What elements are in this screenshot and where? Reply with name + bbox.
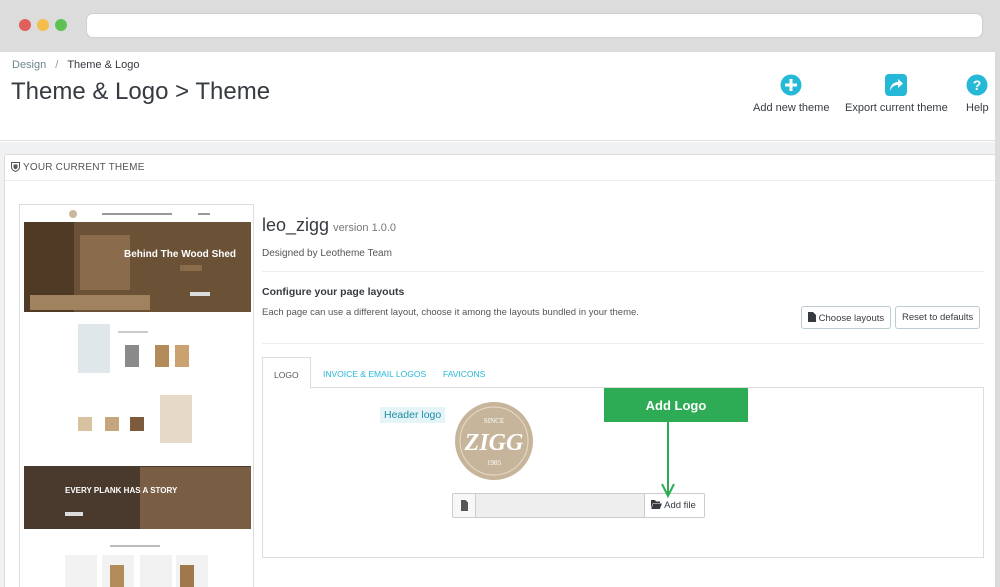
page-scrollbar[interactable] [995,52,1000,587]
add-logo-callout: Add Logo [604,388,748,422]
theme-preview-image: Behind The Wood Shed EVERY PLANK HAS A S… [19,204,254,587]
minimize-window-dot[interactable] [37,19,49,31]
file-name-input[interactable] [476,494,644,517]
help-button[interactable]: ? Help [966,74,989,114]
choose-layouts-label: Choose layouts [818,313,885,324]
admin-page: Design / Theme & Logo Theme & Logo > Theme… [0,52,995,587]
plus-circle-icon [780,74,802,96]
preview-hero-text-1: Behind The Wood Shed [124,249,236,260]
theme-author: Designed by Leotheme Team [262,248,392,259]
file-icon [808,312,816,322]
breadcrumb: Design / Theme & Logo [12,59,140,71]
tab-favicons[interactable]: FAVICONS [443,357,485,388]
tab-logo[interactable]: LOGO [262,357,311,389]
logo-tabs: LOGO INVOICE & EMAIL LOGOS FAVICONS [262,357,984,389]
panel-heading: YOUR CURRENT THEME [5,155,995,181]
page-title: Theme & Logo > Theme [11,78,271,105]
shield-icon [11,162,20,173]
svg-text:ZIGG: ZIGG [464,430,524,456]
svg-text:1985: 1985 [487,459,502,467]
theme-version: version 1.0.0 [333,222,397,234]
current-theme-panel: YOUR CURRENT THEME Behind The Wood Shed [4,154,995,587]
theme-name-text: leo_zigg [262,215,330,235]
breadcrumb-design[interactable]: Design [12,59,46,71]
preview-hero-text-2: EVERY PLANK HAS A STORY [65,486,178,495]
svg-text:?: ? [973,77,982,93]
browser-chrome [0,0,1000,52]
add-new-theme-label: Add new theme [753,102,830,114]
file-type-icon [453,494,476,517]
logo-year-text: 1985 [487,459,502,467]
header-logo-label: Header logo [380,407,446,423]
svg-text:EVERY PLANK HAS A STORY: EVERY PLANK HAS A STORY [65,486,178,495]
export-theme-label: Export current theme [845,102,948,114]
theme-name: leo_zigg version 1.0.0 [262,215,396,236]
add-file-label: Add file [664,500,696,511]
theme-preview-illustration: Behind The Wood Shed EVERY PLANK HAS A S… [24,210,251,587]
help-label: Help [966,102,989,114]
logo-since-text: SINCE [484,417,504,425]
callout-arrow-icon [661,422,675,499]
add-new-theme-button[interactable]: Add new theme [753,74,829,114]
logo-brand-text: ZIGG [464,430,524,456]
reset-defaults-button[interactable]: Reset to defaults [895,306,981,329]
svg-text:SINCE: SINCE [484,417,504,425]
layouts-heading: Configure your page layouts [262,286,405,298]
close-window-dot[interactable] [19,19,31,31]
maximize-window-dot[interactable] [55,19,67,31]
file-icon [461,500,468,511]
content-area: YOUR CURRENT THEME Behind The Wood Shed [0,142,995,587]
panel-title: YOUR CURRENT THEME [23,162,145,173]
divider [262,343,984,344]
page-header: Design / Theme & Logo Theme & Logo > Theme… [0,52,995,141]
address-bar[interactable] [86,13,983,38]
zigg-logo-image: SINCE ZIGG 1985 [455,402,533,480]
question-circle-icon: ? [966,74,988,96]
export-theme-button[interactable]: Export current theme [845,74,948,114]
divider [262,271,984,272]
breadcrumb-current: Theme & Logo [67,59,140,71]
choose-layouts-button[interactable]: Choose layouts [801,306,892,329]
svg-text:Behind The Wood Shed: Behind The Wood Shed [124,249,236,260]
export-share-icon [885,74,908,96]
reset-defaults-label: Reset to defaults [902,312,974,323]
folder-open-icon [651,500,662,509]
tab-invoice-email-logos[interactable]: INVOICE & EMAIL LOGOS [323,357,426,388]
layouts-description: Each page can use a different layout, ch… [262,307,639,318]
